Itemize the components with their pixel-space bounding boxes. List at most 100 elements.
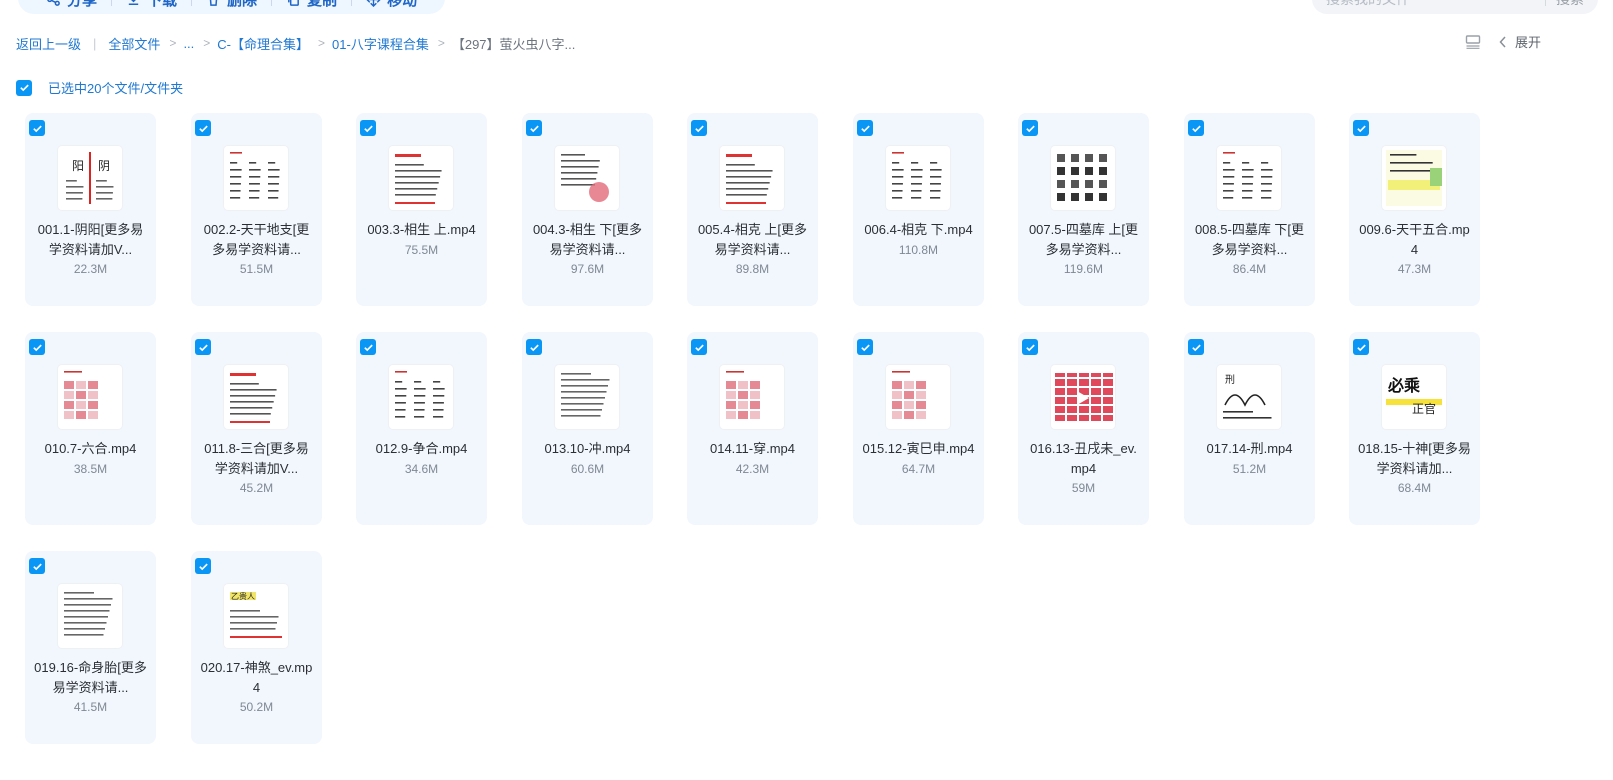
svg-text:阴: 阴 <box>98 159 110 173</box>
check-icon <box>198 563 208 570</box>
thumbnail-image <box>892 371 926 419</box>
search-input[interactable] <box>1326 0 1535 7</box>
check-icon <box>32 125 42 132</box>
thumbnail-image <box>892 152 942 199</box>
breadcrumb-arrow: > <box>169 36 177 50</box>
breadcrumb-level1[interactable]: C-【命理合集】 <box>217 34 309 53</box>
file-checkbox[interactable] <box>360 339 376 355</box>
file-card[interactable]: 乙贵人 020.17-神煞_ev.mp4 50.2M <box>191 551 322 744</box>
file-checkbox[interactable] <box>691 339 707 355</box>
video-thumbnail <box>555 365 619 429</box>
share-button[interactable]: 分享 <box>32 0 111 14</box>
check-icon <box>529 344 539 351</box>
thumbnail-image <box>1055 373 1113 421</box>
file-card[interactable]: 003.3-相生 上.mp4 75.5M <box>356 113 487 306</box>
file-card[interactable]: 009.6-天干五合.mp4 47.3M <box>1349 113 1480 306</box>
back-link[interactable]: 返回上一级 <box>16 34 81 53</box>
file-card[interactable]: 014.11-穿.mp4 42.3M <box>687 332 818 525</box>
thumbnail-image <box>395 154 442 204</box>
check-icon <box>198 344 208 351</box>
file-checkbox[interactable] <box>857 339 873 355</box>
video-thumbnail <box>720 365 784 429</box>
file-size: 51.5M <box>239 262 274 276</box>
video-thumbnail <box>1051 146 1115 210</box>
delete-button[interactable]: 删除 <box>192 0 271 14</box>
file-checkbox[interactable] <box>29 120 45 136</box>
svg-text:必乘: 必乘 <box>1387 376 1420 395</box>
file-checkbox[interactable] <box>195 120 211 136</box>
file-checkbox[interactable] <box>691 120 707 136</box>
file-checkbox[interactable] <box>1022 339 1038 355</box>
file-checkbox[interactable] <box>29 339 45 355</box>
file-toolbar: 分享 下载 删除 复制 移动 <box>18 0 446 14</box>
file-card[interactable]: 刑 017.14-刑.mp4 51.2M <box>1184 332 1315 525</box>
svg-text:正官: 正官 <box>1412 401 1436 416</box>
file-card[interactable]: 010.7-六合.mp4 38.5M <box>25 332 156 525</box>
file-card[interactable]: 007.5-四墓库 上[更多易学资料... 119.6M <box>1018 113 1149 306</box>
video-thumbnail: 刑 <box>1217 365 1281 429</box>
file-checkbox[interactable] <box>195 339 211 355</box>
file-checkbox[interactable] <box>1188 120 1204 136</box>
svg-text:乙贵人: 乙贵人 <box>231 591 255 601</box>
expand-button[interactable]: 展开 <box>1499 32 1541 51</box>
check-icon <box>694 344 704 351</box>
file-name: 003.3-相生 上.mp4 <box>367 222 476 237</box>
file-size: 42.3M <box>735 461 770 476</box>
breadcrumb-arrow: > <box>437 36 445 50</box>
file-checkbox[interactable] <box>526 339 542 355</box>
file-card[interactable]: 008.5-四墓库 下[更多易学资料... 86.4M <box>1184 113 1315 306</box>
file-checkbox[interactable] <box>1353 339 1369 355</box>
file-name: 015.12-寅巳申.mp4 <box>862 441 975 456</box>
file-card[interactable]: 019.16-命身胎[更多易学资料请... 41.5M <box>25 551 156 744</box>
file-checkbox[interactable] <box>1188 339 1204 355</box>
check-icon <box>363 125 373 132</box>
copy-button[interactable]: 复制 <box>272 0 351 14</box>
breadcrumb-arrow: > <box>203 36 211 50</box>
list-view-icon[interactable] <box>1465 34 1481 49</box>
file-checkbox[interactable] <box>857 120 873 136</box>
share-label: 分享 <box>67 0 98 9</box>
file-card[interactable]: 阳阴 001.1-阴阳[更多易学资料请加V... 22.3M <box>25 113 156 306</box>
search-button[interactable]: 搜索 <box>1556 0 1584 9</box>
thumbnail-image <box>1057 154 1107 201</box>
file-checkbox[interactable] <box>195 558 211 574</box>
view-tools: 展开 <box>1465 32 1541 51</box>
file-card[interactable]: 012.9-争合.mp4 34.6M <box>356 332 487 525</box>
file-card[interactable]: 004.3-相生 下[更多易学资料请... 97.6M <box>522 113 653 306</box>
breadcrumb-level2[interactable]: 01-八字课程合集 <box>332 34 429 53</box>
file-size: 110.8M <box>898 242 939 257</box>
download-button[interactable]: 下载 <box>112 0 191 14</box>
file-card[interactable]: 002.2-天干地支[更多易学资料请... 51.5M <box>191 113 322 306</box>
download-icon <box>128 0 139 5</box>
file-size: 59M <box>1071 481 1096 495</box>
file-card[interactable]: 015.12-寅巳申.mp4 64.7M <box>853 332 984 525</box>
file-checkbox[interactable] <box>1353 120 1369 136</box>
file-card[interactable]: 005.4-相克 上[更多易学资料请... 89.8M <box>687 113 818 306</box>
file-card[interactable]: 013.10-冲.mp4 60.6M <box>522 332 653 525</box>
check-icon <box>198 125 208 132</box>
file-checkbox[interactable] <box>29 558 45 574</box>
file-size: 38.5M <box>73 461 108 476</box>
file-card[interactable]: 006.4-相克 下.mp4 110.8M <box>853 113 984 306</box>
file-name: 013.10-冲.mp4 <box>544 441 631 456</box>
thumbnail-image: 必乘正官 <box>1386 376 1442 416</box>
file-name: 018.15-十神[更多易学资料请加... <box>1358 441 1471 476</box>
file-card[interactable]: 必乘 正官 018.15-十神[更多易学资料请加... 68.4M <box>1349 332 1480 525</box>
move-button[interactable]: 移动 <box>352 0 431 14</box>
video-thumbnail <box>58 365 122 429</box>
breadcrumb-ellipsis[interactable]: ... <box>183 36 194 51</box>
file-checkbox[interactable] <box>360 120 376 136</box>
svg-text:阳: 阳 <box>72 159 84 173</box>
check-icon <box>529 125 539 132</box>
check-icon <box>694 125 704 132</box>
thumbnail-image <box>395 371 445 418</box>
file-checkbox[interactable] <box>1022 120 1038 136</box>
breadcrumb-all-files[interactable]: 全部文件 <box>108 34 160 53</box>
thumbnail-image <box>1223 152 1273 199</box>
video-thumbnail <box>389 146 453 210</box>
select-all-checkbox[interactable] <box>16 79 32 96</box>
file-card[interactable]: 011.8-三合[更多易学资料请加V... 45.2M <box>191 332 322 525</box>
file-checkbox[interactable] <box>526 120 542 136</box>
selection-count: 已选中20个文件/文件夹 <box>48 81 184 96</box>
file-card[interactable]: 016.13-丑戌未_ev.mp4 59M <box>1018 332 1149 525</box>
